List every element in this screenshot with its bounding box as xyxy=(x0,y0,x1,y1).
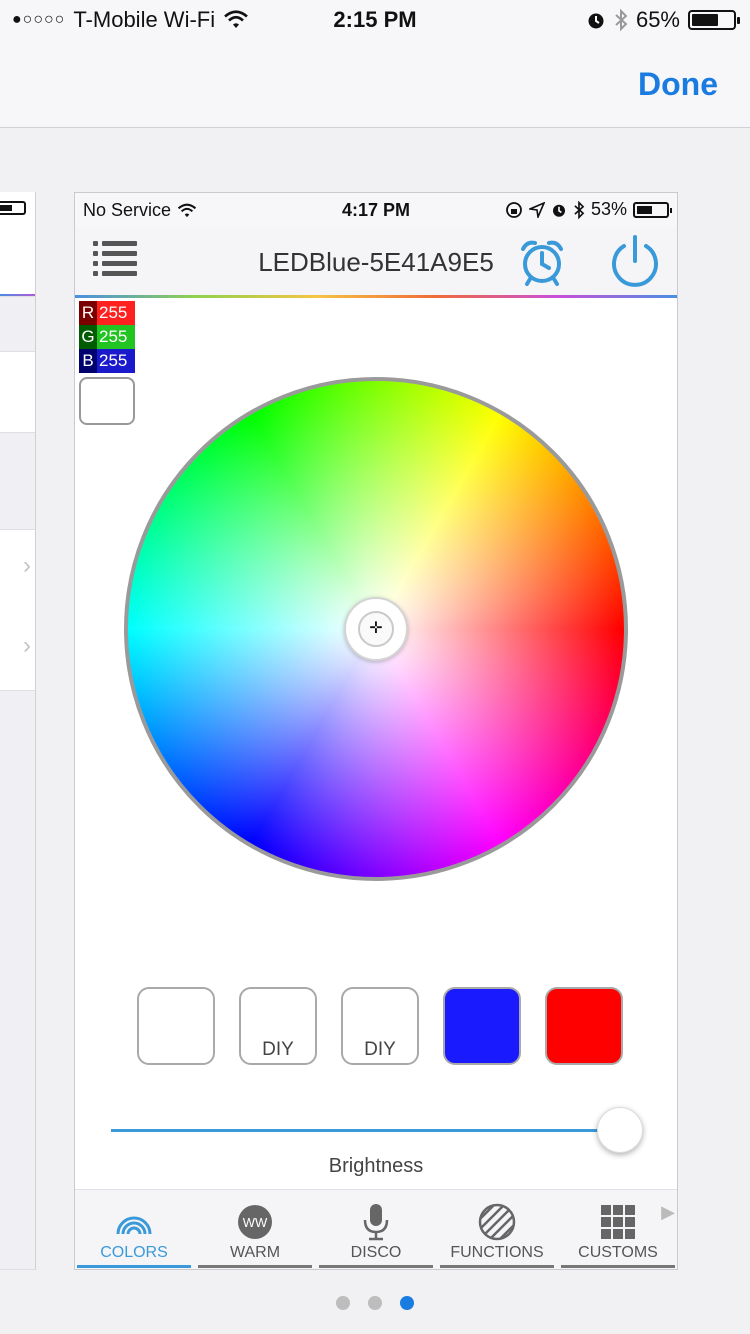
preset-swatches: DIY DIY xyxy=(137,987,623,1065)
chevron-right-icon: › xyxy=(23,632,31,659)
bluetooth-icon xyxy=(615,9,628,31)
grid-icon xyxy=(601,1205,635,1239)
alarm-clock-icon xyxy=(588,13,604,29)
top-nav-bar: Done xyxy=(0,40,750,128)
tab-disco[interactable]: DISCO xyxy=(319,1190,433,1269)
crosshair-icon: ✛ xyxy=(369,620,383,637)
previous-page-card[interactable]: › › xyxy=(0,192,36,1270)
list-section xyxy=(0,690,35,1270)
scroll-right-arrow-icon[interactable]: ▶ xyxy=(661,1202,675,1223)
brightness-slider-track[interactable] xyxy=(111,1129,621,1132)
power-icon[interactable] xyxy=(607,233,663,289)
ww-icon: WW xyxy=(238,1205,272,1239)
battery-icon xyxy=(688,10,740,30)
brightness-label: Brightness xyxy=(328,1155,424,1177)
tab-functions[interactable]: FUNCTIONS xyxy=(440,1190,554,1269)
page-dot[interactable] xyxy=(368,1296,382,1310)
page-dot[interactable] xyxy=(336,1296,350,1310)
brightness-slider-thumb[interactable] xyxy=(597,1107,643,1153)
timer-alarm-icon[interactable] xyxy=(517,237,567,287)
alarm-clock-icon xyxy=(552,204,565,217)
location-arrow-icon xyxy=(528,201,545,218)
preset-swatch-blue[interactable] xyxy=(443,987,521,1065)
battery-icon xyxy=(633,201,672,218)
page-indicator[interactable] xyxy=(0,1296,750,1310)
red-label: R xyxy=(79,301,97,325)
chevron-right-icon: › xyxy=(23,552,31,579)
tab-customs[interactable]: CUSTOMS xyxy=(561,1190,675,1269)
svg-text:WW: WW xyxy=(243,1215,268,1230)
rainbow-icon xyxy=(116,1216,152,1235)
bluetooth-icon xyxy=(574,200,585,219)
color-picker-knob[interactable]: ✛ xyxy=(344,597,408,661)
striped-circle-icon xyxy=(478,1203,516,1241)
inner-status-bar: No Service 4:17 PM 53% xyxy=(75,193,677,227)
rotation-lock-icon xyxy=(506,201,522,218)
app-preview-card: No Service 4:17 PM 53% LEDBlue-5E41A9E5 … xyxy=(74,192,678,1270)
list-section xyxy=(0,432,35,530)
current-color-swatch xyxy=(79,377,135,425)
page-dot-active[interactable] xyxy=(400,1296,414,1310)
outer-status-bar: ●○○○○ T-Mobile Wi-Fi 2:15 PM 65% xyxy=(0,0,750,40)
header-divider xyxy=(75,295,677,298)
green-value: 255 xyxy=(97,325,135,349)
list-section xyxy=(0,296,35,352)
inner-battery-percent: 53% xyxy=(590,199,627,219)
done-button[interactable]: Done xyxy=(638,66,718,103)
green-label: G xyxy=(79,325,97,349)
device-title: LEDBlue-5E41A9E5 xyxy=(258,247,494,277)
preset-swatch-1[interactable] xyxy=(137,987,215,1065)
microphone-icon xyxy=(363,1204,389,1241)
battery-percent: 65% xyxy=(635,7,680,32)
red-value: 255 xyxy=(97,301,135,325)
blue-value: 255 xyxy=(97,349,135,373)
app-header: LEDBlue-5E41A9E5 xyxy=(75,227,677,295)
battery-icon xyxy=(0,201,26,215)
blue-label: B xyxy=(79,349,97,373)
rgb-readout: R 255 G 255 B 255 xyxy=(79,301,135,373)
preset-swatch-diy-1[interactable]: DIY xyxy=(239,987,317,1065)
tab-warm[interactable]: WW WARM xyxy=(198,1190,312,1269)
preset-swatch-diy-2[interactable]: DIY xyxy=(341,987,419,1065)
tab-bar: COLORS WW WARM DISCO FUNCTIONS CUSTOMS ▶ xyxy=(75,1189,677,1269)
tab-colors[interactable]: COLORS xyxy=(77,1190,191,1269)
preset-swatch-red[interactable] xyxy=(545,987,623,1065)
